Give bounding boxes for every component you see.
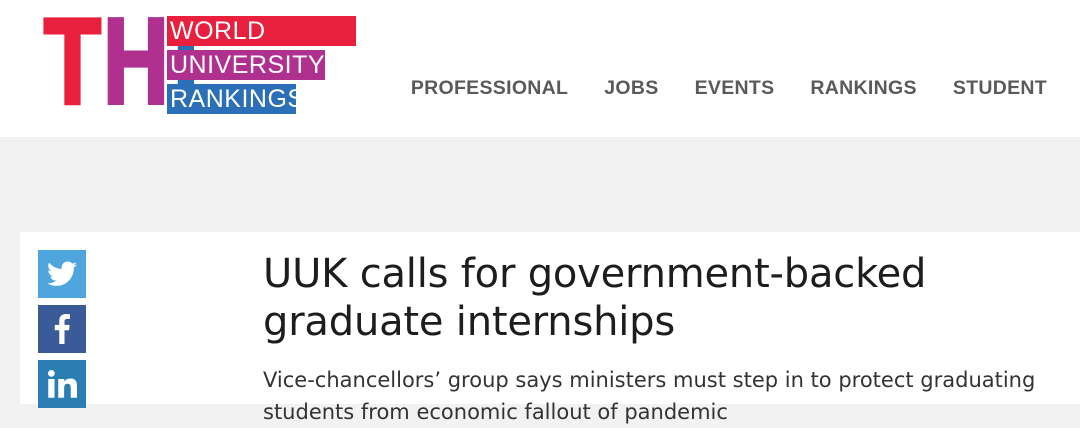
logo-letter-t: T — [43, 0, 102, 134]
nav-jobs[interactable]: JOBS — [604, 77, 658, 100]
linkedin-share-button[interactable] — [38, 360, 86, 408]
nav-events[interactable]: EVENTS — [695, 77, 775, 100]
logo-line-university: UNIVERSITY — [167, 50, 325, 80]
article-card: UUK calls for government-backed graduate… — [20, 232, 1080, 424]
article-headline: UUK calls for government-backed graduate… — [263, 251, 927, 345]
site-header: T H E WORLD UNIVERSITY RANKINGS PROFESSI… — [0, 0, 1080, 137]
nav-rankings[interactable]: RANKINGS — [810, 77, 916, 100]
linkedin-icon — [48, 370, 77, 398]
logo-line-world: WORLD — [167, 16, 356, 46]
facebook-share-button[interactable] — [38, 305, 86, 353]
nav-student[interactable]: STUDENT — [953, 77, 1047, 100]
main-nav: PROFESSIONAL JOBS EVENTS RANKINGS STUDEN… — [411, 77, 1047, 100]
twitter-share-button[interactable] — [38, 250, 86, 298]
logo-line-rankings: RANKINGS — [167, 84, 304, 114]
the-logo[interactable]: T H E WORLD UNIVERSITY RANKINGS — [43, 0, 356, 134]
nav-professional[interactable]: PROFESSIONAL — [411, 77, 568, 100]
article-standfirst: Vice-chancellors’ group says ministers m… — [263, 368, 1036, 424]
logo-letter-h: H — [99, 0, 172, 134]
facebook-icon — [54, 314, 70, 344]
twitter-icon — [47, 261, 77, 286]
